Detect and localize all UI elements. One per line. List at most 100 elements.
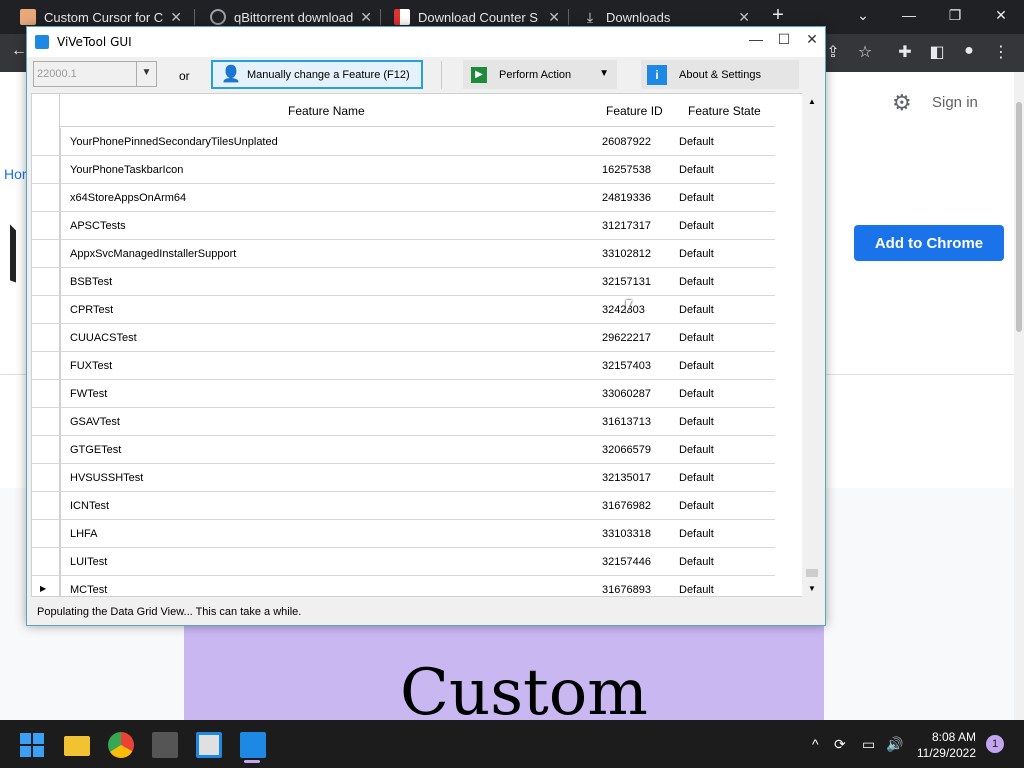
feature-id-cell: 31613713: [602, 416, 651, 428]
chevron-down-icon[interactable]: ▼: [599, 68, 609, 79]
feature-name-cell: AppxSvcManagedInstallerSupport: [70, 248, 237, 260]
page-scrollbar[interactable]: [1014, 72, 1024, 720]
restore-icon[interactable]: ❐: [932, 0, 978, 34]
add-to-chrome-button[interactable]: Add to Chrome: [854, 225, 1004, 261]
tab-title: qBittorrent download l: [234, 9, 354, 25]
feature-id-cell: 33102812: [602, 248, 651, 260]
table-row[interactable]: CPRTest 3242​803 Default: [32, 296, 775, 324]
manual-change-feature-button[interactable]: 👤 Manually change a Feature (F12): [211, 60, 423, 89]
close-tab-icon[interactable]: ✕: [548, 9, 560, 26]
feature-id-cell: 32066579: [602, 444, 651, 456]
feature-name-cell: BSBTest: [70, 276, 113, 288]
perform-button-label: Perform Action: [499, 68, 572, 81]
row-header-divider: [60, 184, 61, 212]
row-header-divider: [60, 576, 61, 596]
feature-name-cell: YourPhonePinnedSecondaryTilesUnplated: [70, 136, 278, 148]
store-icon[interactable]: [196, 732, 222, 758]
clock-time: 8:08 AM: [931, 730, 976, 744]
row-header-divider: [60, 352, 61, 380]
table-row[interactable]: YourPhonePinnedSecondaryTilesUnplated 260…: [32, 128, 775, 156]
feature-id-cell: 16257538: [602, 164, 651, 176]
vivetool-app-icon: [35, 35, 49, 49]
bookmark-star-icon[interactable]: ☆: [854, 42, 876, 62]
chevron-up-icon[interactable]: ^: [812, 736, 819, 752]
table-row[interactable]: HVSUSSHTest 32135017 Default: [32, 464, 775, 492]
chevron-down-icon[interactable]: ▼: [136, 62, 156, 86]
extensions-puzzle-icon[interactable]: ✚: [894, 42, 916, 62]
close-icon[interactable]: ✕: [801, 31, 823, 48]
sync-icon[interactable]: ⟳: [834, 736, 846, 753]
about-settings-button[interactable]: i About & Settings: [641, 60, 799, 89]
notification-badge[interactable]: 1: [986, 735, 1004, 753]
table-row[interactable]: YourPhoneTaskbarIcon 16257538 Default: [32, 156, 775, 184]
table-row[interactable]: GSAVTest 31613713 Default: [32, 408, 775, 436]
table-row[interactable]: BSBTest 32157131 Default: [32, 268, 775, 296]
menu-kebab-icon[interactable]: ⋮: [990, 42, 1012, 62]
feature-state-cell: Default: [679, 500, 714, 512]
table-row[interactable]: FWTest 33060287 Default: [32, 380, 775, 408]
table-row[interactable]: ▶ MCTest 31676893 Default: [32, 576, 775, 596]
table-row[interactable]: AppxSvcManagedInstallerSupport 33102812 De…: [32, 240, 775, 268]
profile-avatar-icon[interactable]: ●: [958, 42, 980, 60]
table-row[interactable]: x64StoreAppsOnArm64 24819336 Default: [32, 184, 775, 212]
table-row[interactable]: LHFA 33103318 Default: [32, 520, 775, 548]
scroll-down-icon[interactable]: ▼: [808, 584, 816, 593]
feature-name-cell: LUITest: [70, 556, 108, 568]
grid-scrollbar[interactable]: ▲ ▼: [802, 93, 822, 597]
table-row[interactable]: CUUACSTest 29622217 Default: [32, 324, 775, 352]
vivetool-taskbar-icon[interactable]: [240, 732, 266, 758]
row-header-divider: [60, 492, 61, 520]
system-clock[interactable]: 8:08 AM 11/29/2022: [914, 729, 976, 761]
search-favicon-icon: [210, 9, 226, 25]
feature-name-cell: YourPhoneTaskbarIcon: [70, 164, 184, 176]
build-value: 22000.1: [37, 68, 77, 80]
tab-search-icon[interactable]: ⌄: [840, 0, 886, 34]
row-header-divider: [60, 520, 61, 548]
sign-in-link[interactable]: Sign in: [932, 94, 978, 111]
settings-gear-icon[interactable]: ⚙: [892, 92, 914, 114]
feature-state-cell: Default: [679, 304, 714, 316]
tab-title: Download Counter Stri: [418, 9, 538, 25]
table-row[interactable]: ICNTest 31676982 Default: [32, 492, 775, 520]
perform-action-button[interactable]: ▶ Perform Action ▼: [463, 60, 617, 89]
breadcrumb-home[interactable]: Hor: [4, 166, 27, 182]
column-feature-state[interactable]: Feature State: [688, 104, 761, 118]
volume-icon[interactable]: 🔊: [886, 736, 903, 753]
chrome-icon[interactable]: [108, 732, 134, 758]
file-explorer-icon[interactable]: [64, 736, 90, 756]
side-panel-icon[interactable]: ◧: [926, 42, 948, 62]
feature-name-cell: CPRTest: [70, 304, 114, 316]
tab-title: Downloads: [606, 9, 671, 25]
table-row[interactable]: GTGETest 32066579 Default: [32, 436, 775, 464]
row-header-divider: [60, 128, 61, 156]
feature-state-cell: Default: [679, 388, 714, 400]
close-tab-icon[interactable]: ✕: [170, 9, 182, 26]
download-icon: ⤓: [586, 9, 594, 25]
minimize-icon[interactable]: —: [886, 0, 932, 34]
table-row[interactable]: FUXTest 32157403 Default: [32, 352, 775, 380]
column-feature-id[interactable]: Feature ID: [606, 104, 663, 118]
close-icon[interactable]: ✕: [978, 0, 1024, 34]
display-icon[interactable]: ▭: [862, 736, 875, 753]
table-row[interactable]: LUITest 32157446 Default: [32, 548, 775, 576]
scrollbar-thumb[interactable]: [1016, 102, 1022, 332]
feature-id-cell: 3242​803: [602, 304, 645, 316]
close-tab-icon[interactable]: ✕: [738, 9, 750, 26]
play-icon: ▶: [471, 66, 487, 83]
feature-id-cell: 32157446: [602, 556, 651, 568]
active-app-indicator: [244, 760, 260, 763]
scroll-up-icon[interactable]: ▲: [808, 97, 816, 106]
row-header-divider: [60, 212, 61, 240]
table-row[interactable]: APSCTests 31217317 Default: [32, 212, 775, 240]
start-windows-icon[interactable]: [20, 733, 44, 757]
minimize-icon[interactable]: —: [745, 31, 767, 47]
column-feature-name[interactable]: Feature Name: [288, 104, 365, 118]
new-tab-button[interactable]: +: [766, 4, 790, 27]
feature-state-cell: Default: [679, 332, 714, 344]
maximize-icon[interactable]: ☐: [773, 31, 795, 48]
scrollbar-thumb[interactable]: [806, 569, 818, 577]
counter-strike-icon[interactable]: [152, 732, 178, 758]
build-select[interactable]: 22000.1 ▼: [33, 61, 157, 87]
close-tab-icon[interactable]: ✕: [360, 9, 372, 26]
feature-data-grid[interactable]: Feature Name Feature ID Feature State Yo…: [31, 93, 822, 597]
